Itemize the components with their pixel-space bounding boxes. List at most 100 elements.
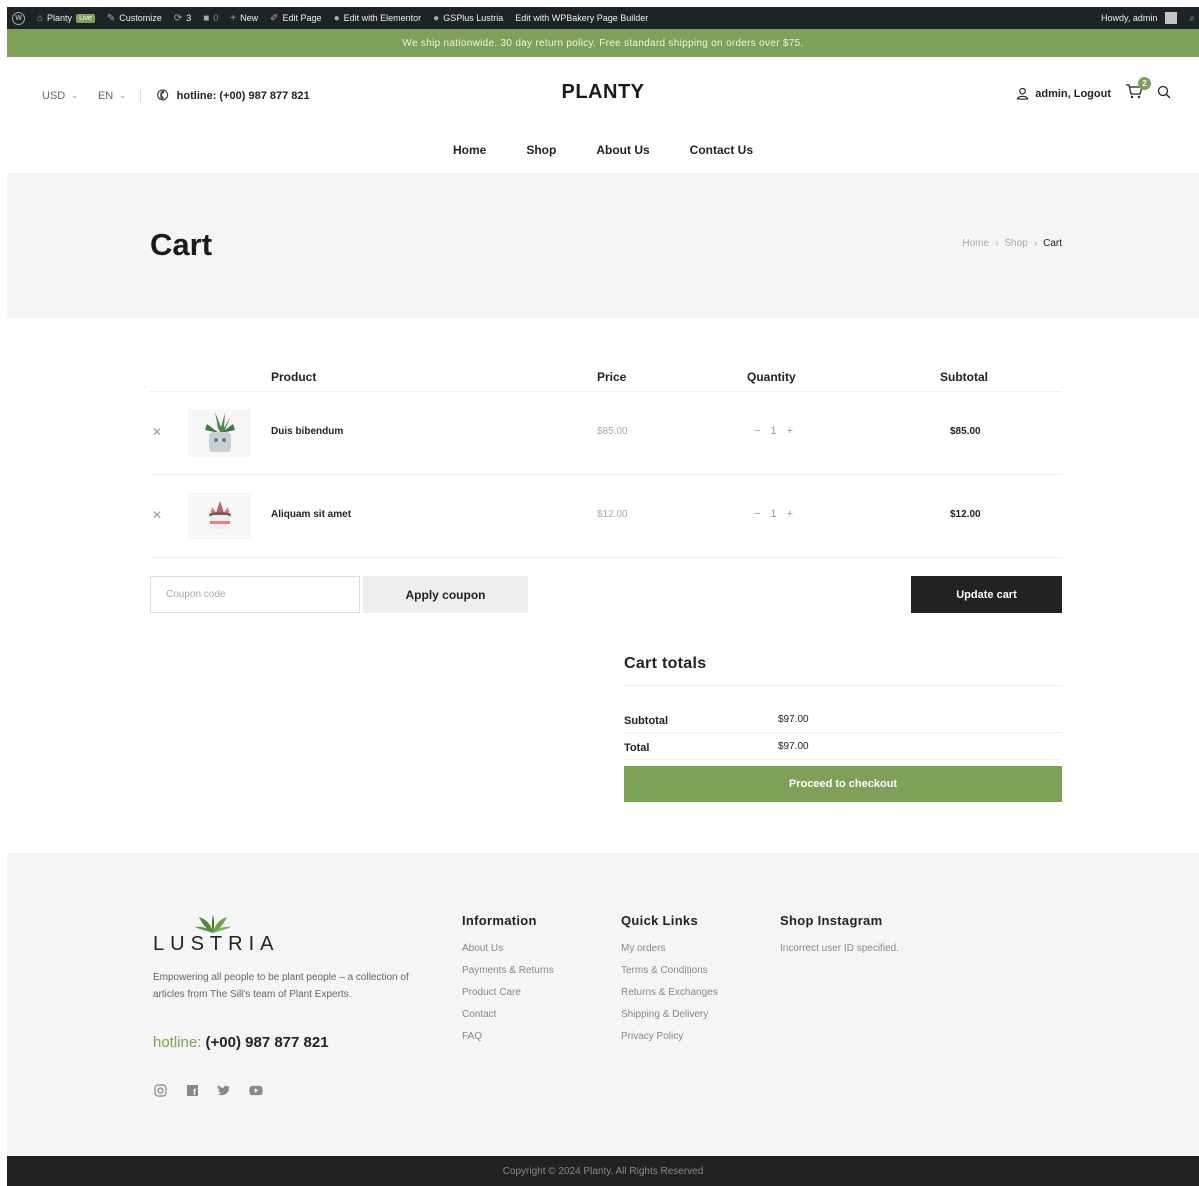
- nav-about[interactable]: About Us: [596, 143, 649, 157]
- bulb-icon: ●: [433, 12, 440, 24]
- breadcrumb-current: Cart: [1043, 238, 1062, 249]
- admin-bar-left: W ⌂ Planty Live ✎ Customize ⟳ 3 ■ 0 + Ne…: [7, 11, 660, 25]
- information-title: Information: [462, 913, 537, 928]
- site-name: Planty: [47, 13, 73, 23]
- footer-link[interactable]: Privacy Policy: [621, 1031, 718, 1042]
- plus-icon: +: [230, 12, 237, 24]
- minus-button[interactable]: −: [754, 508, 760, 520]
- admin-search[interactable]: ⌕: [1189, 13, 1195, 24]
- subtotal-row: Subtotal $97.00: [624, 706, 1062, 733]
- cart-button[interactable]: 2: [1125, 77, 1151, 104]
- column-product: Product: [271, 370, 317, 384]
- footer-hotline-label: hotline:: [153, 1034, 202, 1051]
- site-header: USD ⌄ EN ⌄ ✆ hotline: (+00) 987 877 821 …: [7, 57, 1199, 173]
- minus-button[interactable]: −: [754, 425, 760, 437]
- wpbakery-menu[interactable]: Edit with WPBakery Page Builder: [515, 13, 648, 23]
- chevron-right-icon: ›: [995, 238, 999, 249]
- total-row: Total $97.00: [624, 733, 1062, 760]
- comments-count: 0: [213, 13, 219, 23]
- plus-button[interactable]: +: [787, 508, 793, 520]
- column-price: Price: [597, 370, 627, 384]
- instagram-title: Shop Instagram: [780, 913, 883, 928]
- shipping-notice: We ship nationwide. 30 day return policy…: [7, 29, 1199, 57]
- gsplus-menu[interactable]: ● GSPlus Lustria: [433, 13, 503, 24]
- site-footer: LUSTRIA Empowering all people to be plan…: [7, 853, 1199, 1156]
- nav-home[interactable]: Home: [453, 143, 486, 157]
- cart-totals: Cart totals Subtotal $97.00 Total $97.00…: [624, 655, 1062, 802]
- coupon-code-input[interactable]: Coupon code: [150, 576, 360, 613]
- footer-link[interactable]: FAQ: [462, 1031, 554, 1042]
- customize-menu[interactable]: ✎ Customize: [107, 13, 162, 24]
- footer-link[interactable]: Shipping & Delivery: [621, 1009, 718, 1020]
- footer-link[interactable]: My orders: [621, 943, 718, 954]
- brush-icon: ✎: [106, 12, 116, 24]
- youtube-icon[interactable]: [249, 1083, 263, 1097]
- my-account-menu[interactable]: Howdy, admin: [1101, 12, 1178, 24]
- wp-logo-menu[interactable]: W: [12, 11, 25, 25]
- footer-link[interactable]: Payments & Returns: [462, 965, 554, 976]
- user-icon: [1017, 87, 1029, 100]
- footer-link[interactable]: Product Care: [462, 987, 554, 998]
- remove-item-icon[interactable]: ✕: [152, 508, 162, 522]
- elementor-icon: ●: [333, 12, 340, 24]
- cart-item-row: ✕ Duis bibendum $85.00 − 1 + $85.00: [150, 392, 1062, 475]
- pencil-icon: ✐: [270, 12, 279, 24]
- product-thumbnail[interactable]: [188, 492, 251, 540]
- subtotal-value: $97.00: [778, 714, 809, 725]
- quantity-value[interactable]: 1: [770, 425, 776, 437]
- breadcrumb-shop[interactable]: Shop: [1004, 238, 1027, 249]
- copyright-bar: Copyright © 2024 Planty. All Rights Rese…: [7, 1156, 1199, 1186]
- total-label: Total: [624, 742, 650, 754]
- site-name-menu[interactable]: ⌂ Planty Live: [37, 13, 95, 24]
- footer-link[interactable]: About Us: [462, 943, 554, 954]
- facebook-icon[interactable]: f: [185, 1083, 199, 1097]
- product-price: $12.00: [597, 509, 628, 520]
- updates-menu[interactable]: ⟳ 3: [174, 13, 191, 24]
- update-cart-button[interactable]: Update cart: [911, 576, 1062, 613]
- breadcrumb-home[interactable]: Home: [962, 238, 989, 249]
- cart-table: Product Price Quantity Subtotal ✕ Duis b…: [150, 360, 1062, 558]
- apply-coupon-button[interactable]: Apply coupon: [363, 576, 528, 613]
- plant-image: [204, 412, 235, 452]
- nav-contact[interactable]: Contact Us: [690, 143, 753, 157]
- updates-icon: ⟳: [173, 12, 183, 24]
- product-name[interactable]: Aliquam sit amet: [271, 509, 351, 520]
- page-title-band: Cart Home › Shop › Cart: [7, 173, 1199, 318]
- quantity-stepper: − 1 +: [754, 425, 793, 437]
- account-link[interactable]: admin, Logout: [1016, 87, 1111, 100]
- edit-page-menu[interactable]: ✐ Edit Page: [270, 13, 321, 24]
- account-label: admin, Logout: [1035, 87, 1111, 100]
- quantity-value[interactable]: 1: [770, 508, 776, 520]
- instagram-icon[interactable]: [153, 1083, 167, 1097]
- quantity-stepper: − 1 +: [754, 508, 793, 520]
- footer-hotline-number[interactable]: (+00) 987 877 821: [206, 1034, 329, 1051]
- new-content-menu[interactable]: + New: [230, 13, 258, 24]
- plus-button[interactable]: +: [787, 425, 793, 437]
- footer-link[interactable]: Contact: [462, 1009, 554, 1020]
- proceed-to-checkout-button[interactable]: Proceed to checkout: [624, 766, 1062, 802]
- elementor-menu[interactable]: ● Edit with Elementor: [334, 13, 422, 24]
- edit-page-label: Edit Page: [282, 13, 322, 23]
- product-name[interactable]: Duis bibendum: [271, 426, 343, 437]
- remove-item-icon[interactable]: ✕: [152, 425, 162, 439]
- footer-information: Information About Us Payments & Returns …: [462, 913, 554, 1053]
- product-subtotal: $85.00: [950, 426, 981, 437]
- quick-links-title: Quick Links: [621, 913, 698, 928]
- cart-totals-title: Cart totals: [624, 655, 1062, 686]
- new-label: New: [240, 13, 259, 23]
- footer-link[interactable]: Returns & Exchanges: [621, 987, 718, 998]
- customize-label: Customize: [119, 13, 162, 23]
- comments-menu[interactable]: ■ 0: [203, 13, 218, 24]
- search-button[interactable]: [1157, 85, 1171, 102]
- cart-count-badge: 2: [1138, 77, 1151, 90]
- chevron-right-icon: ›: [1033, 238, 1038, 249]
- product-subtotal: $12.00: [950, 509, 981, 520]
- twitter-icon[interactable]: [217, 1083, 231, 1097]
- footer-description: Empowering all people to be plant people…: [153, 972, 409, 1000]
- footer-link[interactable]: Terms & Conditions: [621, 965, 718, 976]
- nav-shop[interactable]: Shop: [526, 143, 556, 157]
- product-thumbnail[interactable]: [188, 409, 251, 457]
- admin-bar: W ⌂ Planty Live ✎ Customize ⟳ 3 ■ 0 + Ne…: [7, 7, 1199, 29]
- updates-count: 3: [186, 13, 192, 23]
- footer-hotline: hotline: (+00) 987 877 821: [153, 1034, 329, 1051]
